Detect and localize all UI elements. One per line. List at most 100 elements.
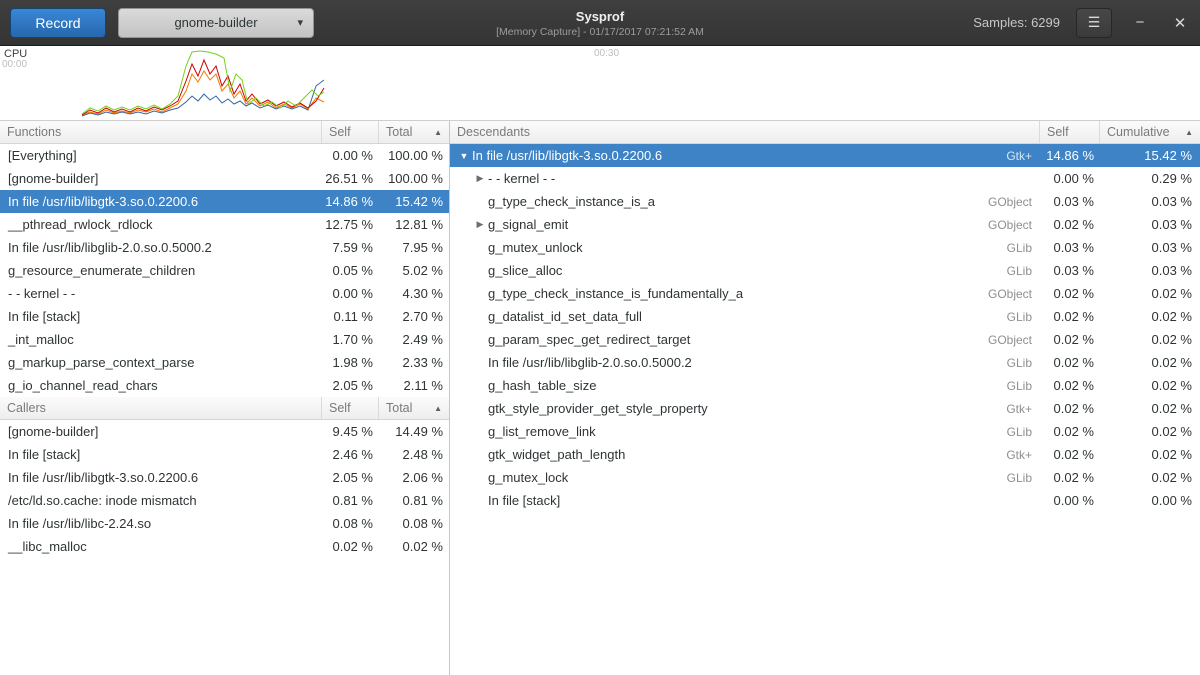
tree-row-name-area: gtk_widget_path_lengthGtk+	[450, 447, 1040, 462]
self-value: 0.00 %	[1040, 493, 1100, 508]
table-row[interactable]: g_markup_parse_context_parse1.98 %2.33 %	[0, 351, 449, 374]
close-button[interactable]: ✕	[1168, 14, 1192, 32]
self-column-header[interactable]: Self	[322, 121, 379, 143]
callers-column-header[interactable]: Callers	[0, 397, 322, 419]
self-value: 0.03 %	[1040, 240, 1100, 255]
table-row[interactable]: g_resource_enumerate_children0.05 %5.02 …	[0, 259, 449, 282]
library-badge: GLib	[1007, 241, 1040, 255]
total-value: 100.00 %	[379, 171, 449, 186]
table-row[interactable]: In file /usr/lib/libgtk-3.so.0.2200.62.0…	[0, 466, 449, 489]
cumulative-value: 0.03 %	[1100, 263, 1200, 278]
self-value: 0.02 %	[1040, 470, 1100, 485]
tree-row[interactable]: In file [stack] 0.00 %0.00 %	[450, 489, 1200, 512]
table-row[interactable]: In file /usr/lib/libglib-2.0.so.0.5000.2…	[0, 236, 449, 259]
tree-row[interactable]: In file /usr/lib/libglib-2.0.so.0.5000.2…	[450, 351, 1200, 374]
self-value: 2.05 %	[322, 470, 379, 485]
tree-row[interactable]: g_mutex_unlockGLib0.03 %0.03 %	[450, 236, 1200, 259]
tree-row[interactable]: ▶- - kernel - -0.00 %0.29 %	[450, 167, 1200, 190]
table-row[interactable]: _int_malloc1.70 %2.49 %	[0, 328, 449, 351]
tree-row[interactable]: gtk_widget_path_lengthGtk+0.02 %0.02 %	[450, 443, 1200, 466]
tree-row[interactable]: g_type_check_instance_is_aGObject0.03 %0…	[450, 190, 1200, 213]
library-badge: GObject	[988, 287, 1040, 301]
function-name: In file /usr/lib/libc-2.24.so	[0, 516, 322, 531]
table-row[interactable]: [Everything]0.00 %100.00 %	[0, 144, 449, 167]
cumulative-value: 15.42 %	[1100, 148, 1200, 163]
tree-row[interactable]: ▶g_signal_emitGObject0.02 %0.03 %	[450, 213, 1200, 236]
main-content: Functions Self Total ▲ [Everything]0.00 …	[0, 121, 1200, 675]
self-value: 0.02 %	[1040, 309, 1100, 324]
function-name: In file /usr/lib/libgtk-3.so.0.2200.6	[0, 470, 322, 485]
self-column-header[interactable]: Self	[322, 397, 379, 419]
expander-closed-icon[interactable]: ▶	[472, 173, 488, 184]
cumulative-value: 0.02 %	[1100, 309, 1200, 324]
library-badge: GLib	[1007, 264, 1040, 278]
tree-row[interactable]: g_list_remove_linkGLib0.02 %0.02 %	[450, 420, 1200, 443]
function-name: /etc/ld.so.cache: inode mismatch	[0, 493, 322, 508]
self-value: 0.02 %	[1040, 286, 1100, 301]
library-badge: Gtk+	[1006, 149, 1040, 163]
functions-column-header[interactable]: Functions	[0, 121, 322, 143]
function-name: g_markup_parse_context_parse	[0, 355, 322, 370]
process-selector-label: gnome-builder	[174, 15, 257, 30]
table-row[interactable]: __pthread_rwlock_rdlock12.75 %12.81 %	[0, 213, 449, 236]
expander-closed-icon[interactable]: ▶	[472, 219, 488, 230]
cpu-usage-graph[interactable]: CPU 00:00 00:30	[0, 46, 1200, 121]
tree-row[interactable]: g_datalist_id_set_data_fullGLib0.02 %0.0…	[450, 305, 1200, 328]
table-row[interactable]: In file [stack]0.11 %2.70 %	[0, 305, 449, 328]
sort-ascending-icon: ▲	[1185, 128, 1193, 137]
function-name: gtk_widget_path_length	[488, 447, 625, 462]
table-row[interactable]: /etc/ld.so.cache: inode mismatch0.81 %0.…	[0, 489, 449, 512]
total-column-header[interactable]: Total ▲	[379, 121, 449, 143]
function-name: [Everything]	[0, 148, 322, 163]
function-name: _int_malloc	[0, 332, 322, 347]
minimize-button[interactable]: −	[1128, 14, 1152, 31]
capture-subtitle: [Memory Capture] - 01/17/2017 07:21:52 A…	[496, 26, 704, 38]
table-row[interactable]: [gnome-builder]9.45 %14.49 %	[0, 420, 449, 443]
descendants-column-header[interactable]: Descendants	[450, 121, 1040, 143]
sysprof-window: Record gnome-builder ▾ Sysprof [Memory C…	[0, 0, 1200, 675]
table-row[interactable]: In file /usr/lib/libgtk-3.so.0.2200.614.…	[0, 190, 449, 213]
self-value: 1.98 %	[322, 355, 379, 370]
self-value: 0.03 %	[1040, 194, 1100, 209]
cumulative-value: 0.02 %	[1100, 424, 1200, 439]
app-title: Sysprof	[576, 9, 624, 24]
function-name: g_datalist_id_set_data_full	[488, 309, 642, 324]
tree-row[interactable]: g_type_check_instance_is_fundamentally_a…	[450, 282, 1200, 305]
function-name: - - kernel - -	[488, 171, 555, 186]
expander-open-icon[interactable]: ▼	[456, 151, 472, 161]
total-value: 12.81 %	[379, 217, 449, 232]
function-name: gtk_style_provider_get_style_property	[488, 401, 708, 416]
self-column-header[interactable]: Self	[1040, 121, 1100, 143]
table-row[interactable]: - - kernel - -0.00 %4.30 %	[0, 282, 449, 305]
self-value: 2.05 %	[322, 378, 379, 393]
table-row[interactable]: In file /usr/lib/libc-2.24.so0.08 %0.08 …	[0, 512, 449, 535]
library-badge: GObject	[988, 218, 1040, 232]
cumulative-column-label: Cumulative	[1107, 125, 1170, 139]
record-button[interactable]: Record	[10, 8, 106, 38]
function-name: g_hash_table_size	[488, 378, 596, 393]
table-row[interactable]: __libc_malloc0.02 %0.02 %	[0, 535, 449, 558]
tree-row[interactable]: g_slice_allocGLib0.03 %0.03 %	[450, 259, 1200, 282]
tree-row[interactable]: g_hash_table_sizeGLib0.02 %0.02 %	[450, 374, 1200, 397]
self-value: 0.05 %	[322, 263, 379, 278]
time-tick-start: 00:00	[2, 59, 27, 70]
self-value: 0.00 %	[322, 286, 379, 301]
function-name: g_slice_alloc	[488, 263, 562, 278]
cumulative-value: 0.00 %	[1100, 493, 1200, 508]
function-name: In file /usr/lib/libgtk-3.so.0.2200.6	[0, 194, 322, 209]
tree-row[interactable]: g_param_spec_get_redirect_targetGObject0…	[450, 328, 1200, 351]
tree-row[interactable]: g_mutex_lockGLib0.02 %0.02 %	[450, 466, 1200, 489]
function-name: In file [stack]	[488, 493, 560, 508]
cumulative-value: 0.02 %	[1100, 332, 1200, 347]
table-row[interactable]: g_io_channel_read_chars2.05 %2.11 %	[0, 374, 449, 397]
table-row[interactable]: [gnome-builder]26.51 %100.00 %	[0, 167, 449, 190]
table-row[interactable]: In file [stack]2.46 %2.48 %	[0, 443, 449, 466]
cumulative-column-header[interactable]: Cumulative ▲	[1100, 121, 1200, 143]
samples-count: Samples: 6299	[973, 15, 1060, 30]
process-selector-dropdown[interactable]: gnome-builder ▾	[118, 8, 314, 38]
time-tick-mid: 00:30	[594, 48, 619, 59]
menu-button[interactable]: ☰	[1076, 8, 1112, 38]
tree-row[interactable]: ▼In file /usr/lib/libgtk-3.so.0.2200.6Gt…	[450, 144, 1200, 167]
tree-row[interactable]: gtk_style_provider_get_style_propertyGtk…	[450, 397, 1200, 420]
total-column-header[interactable]: Total ▲	[379, 397, 449, 419]
